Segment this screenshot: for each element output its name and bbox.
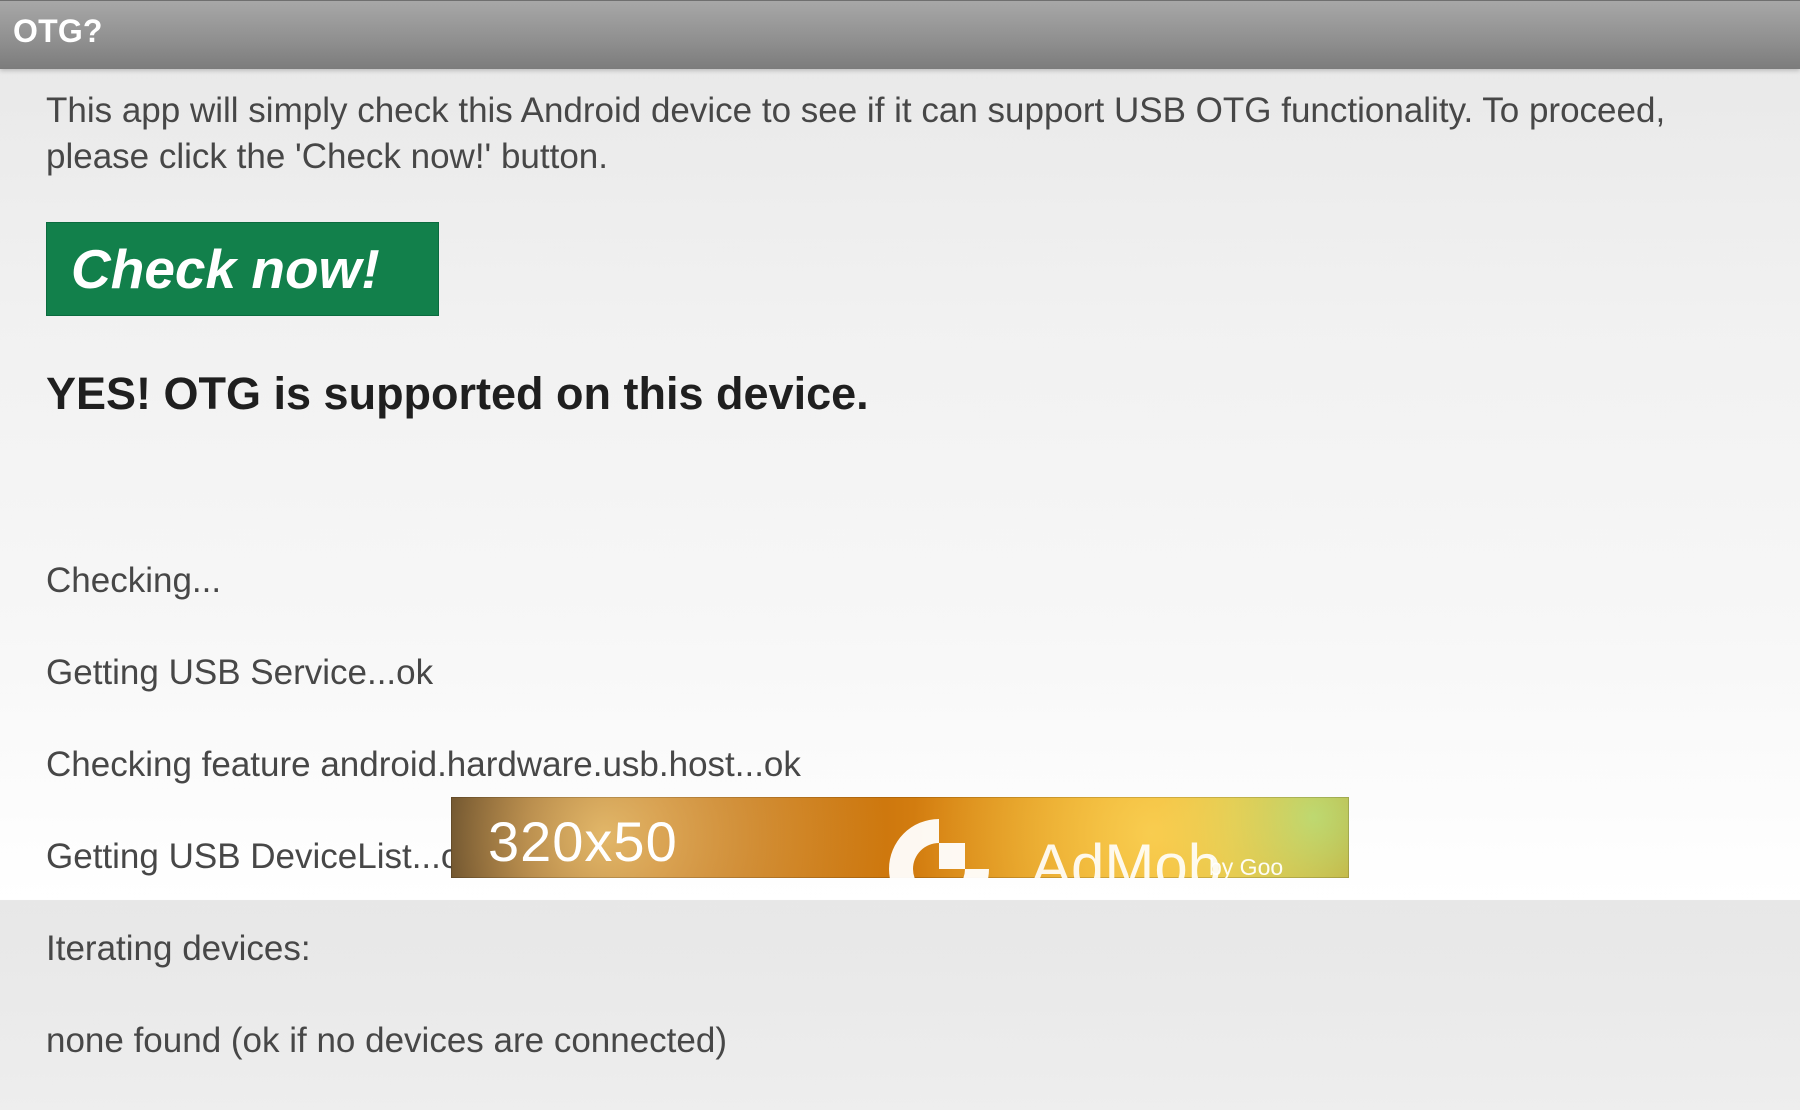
intro-text: This app will simply check this Android … (46, 91, 1666, 176)
admob-brand-text: AdMob (1031, 832, 1222, 878)
app-title-bar: OTG? (0, 0, 1800, 69)
log-line: Checking feature android.hardware.usb.ho… (46, 745, 801, 784)
app-title: OTG? (13, 13, 103, 49)
ad-banner[interactable]: 320x50 AdMob by Goo (451, 797, 1349, 878)
ad-size-label: 320x50 (488, 810, 678, 873)
otg-result-message: YES! OTG is supported on this device. (46, 368, 869, 419)
log-line: Checking... (46, 561, 222, 600)
log-line: Iterating devices: (46, 929, 311, 968)
check-now-button[interactable]: Check now! (46, 222, 439, 316)
log-line: none found (ok if no devices are connect… (46, 1021, 727, 1060)
admob-brand-suffix: by Goo (1209, 854, 1284, 878)
main-content: This app will simply check this Android … (46, 88, 1746, 1060)
log-line: Getting USB Service...ok (46, 653, 434, 692)
admob-logo-icon (889, 819, 989, 878)
